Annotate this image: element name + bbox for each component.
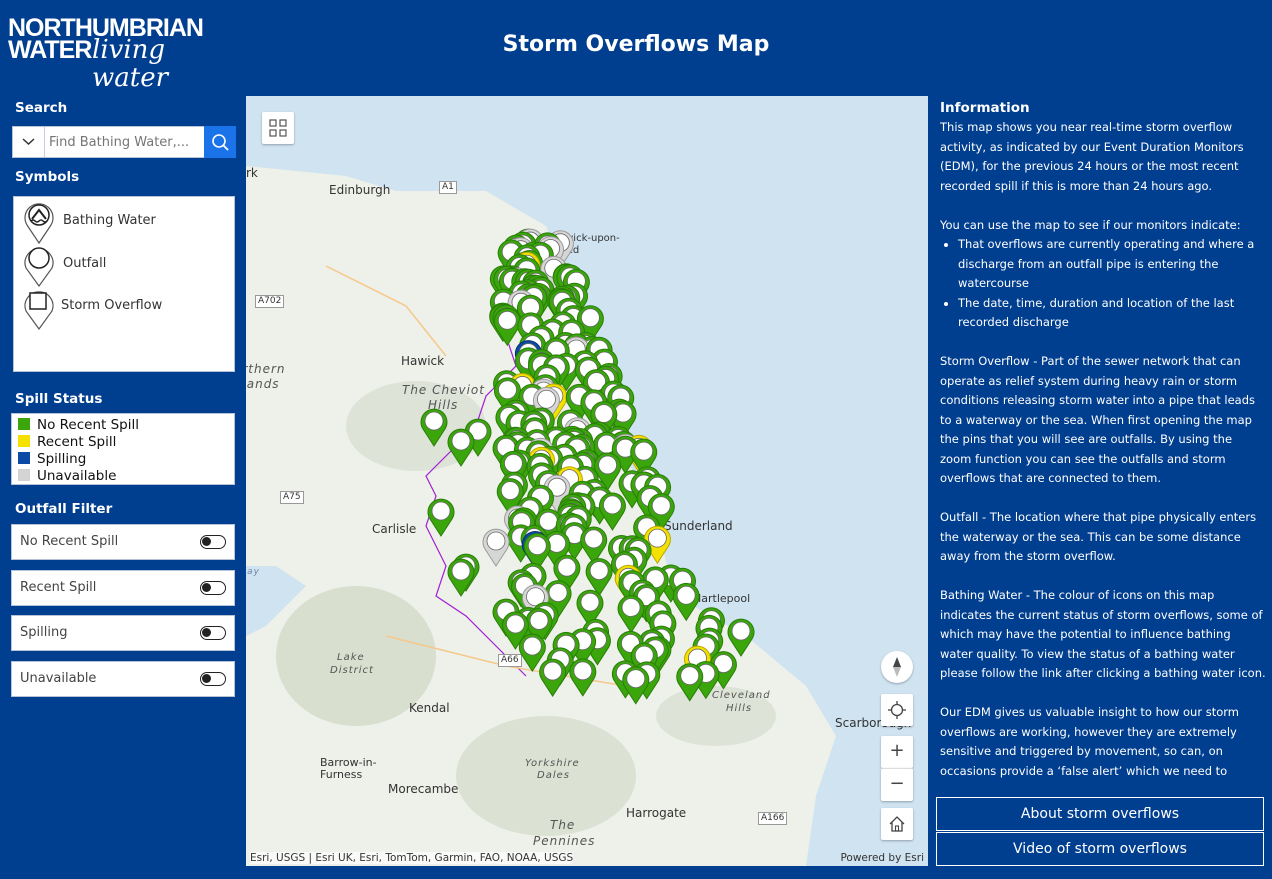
filter-label: No Recent Spill (20, 534, 119, 549)
compass-icon (893, 657, 901, 677)
info-paragraph: Storm Overflow - Part of the sewer netwo… (940, 354, 1255, 485)
outfall-pin[interactable] (598, 492, 626, 531)
info-paragraph: Our EDM gives us valuable insight to how… (940, 705, 1239, 784)
info-paragraph: You can use the map to see if our monito… (940, 217, 1241, 232)
symbol-label-storm-overflow: Storm Overflow (61, 298, 163, 313)
outfall-pin[interactable] (482, 528, 510, 567)
info-bullet: The date, time, duration and location of… (958, 294, 1266, 333)
info-bullet: That overflows are currently operating a… (958, 235, 1266, 294)
info-bullet-list: That overflows are currently operating a… (940, 235, 1266, 333)
map-view[interactable]: rk Edinburgh Berwick-upon- Tweed Hawick … (246, 96, 928, 866)
filter-recent-spill: Recent Spill (11, 570, 235, 606)
outfall-pin[interactable] (622, 666, 650, 705)
page-title: Storm Overflows Map (502, 32, 770, 57)
home-icon (889, 816, 905, 832)
spill-status-spilling: Spilling (18, 451, 86, 467)
spill-status-legend: No Recent Spill Recent Spill Spilling Un… (11, 413, 235, 485)
zoom-out-button[interactable]: − (881, 768, 913, 801)
spill-status-label: Unavailable (37, 468, 117, 484)
outfall-pin[interactable] (617, 595, 645, 634)
search-input[interactable] (49, 132, 201, 152)
filter-toggle-unavailable[interactable] (200, 672, 226, 686)
info-panel: Information This map shows you near real… (928, 96, 1272, 879)
spill-status-title: Spill Status (15, 391, 103, 407)
filter-toggle-recent-spill[interactable] (200, 581, 226, 595)
basemap-gallery-button[interactable] (262, 112, 294, 144)
search-source-dropdown[interactable] (13, 127, 45, 157)
spill-status-no-recent: No Recent Spill (18, 417, 139, 433)
info-paragraph: This map shows you near real-time storm … (940, 120, 1244, 193)
outfall-pin[interactable] (427, 498, 455, 537)
search-box (12, 126, 236, 158)
toggle-knob (202, 674, 211, 683)
spill-status-recent: Recent Spill (18, 434, 116, 450)
search-icon (212, 134, 229, 151)
chevron-down-icon (22, 138, 35, 146)
filter-label: Recent Spill (20, 580, 97, 595)
outfall-pin[interactable] (676, 663, 704, 702)
filter-toggle-spilling[interactable] (200, 626, 226, 640)
filter-no-recent-spill: No Recent Spill (11, 524, 235, 560)
map-attribution: Esri, USGS | Esri UK, Esri, TomTom, Garm… (250, 852, 574, 864)
toggle-knob (202, 537, 211, 546)
outfall-pin[interactable] (580, 526, 608, 565)
bathing-water-pin-icon (24, 203, 54, 245)
outfall-pin[interactable] (420, 408, 448, 447)
crosshair-icon (888, 701, 906, 719)
search-title: Search (15, 100, 68, 116)
app-header: NORTHUMBRIAN WATER living water Storm Ov… (0, 0, 1272, 93)
spill-status-label: No Recent Spill (37, 417, 139, 433)
outfall-pin[interactable] (493, 307, 521, 347)
outfall-pin[interactable] (447, 558, 475, 597)
outfall-pin-icon (24, 247, 54, 288)
powered-by-esri[interactable]: Powered by Esri (840, 852, 924, 864)
filter-unavailable: Unavailable (11, 661, 235, 697)
video-storm-overflows-button[interactable]: Video of storm overflows (936, 832, 1264, 866)
symbols-legend: Bathing Water Outfall Storm Overflow (13, 196, 235, 372)
filter-label: Unavailable (20, 671, 97, 686)
info-title: Information (940, 100, 1030, 116)
spill-status-label: Spilling (37, 451, 87, 467)
outfall-pin[interactable] (672, 582, 700, 622)
compass-button[interactable] (881, 651, 913, 683)
green-swatch (18, 418, 30, 430)
filter-label: Spilling (20, 625, 68, 640)
spill-status-label: Recent Spill (37, 434, 117, 450)
outfall-markers-layer (420, 228, 755, 705)
about-storm-overflows-button[interactable]: About storm overflows (936, 797, 1264, 831)
yellow-swatch (18, 435, 30, 447)
zoom-in-button[interactable]: + (881, 736, 913, 768)
symbols-title: Symbols (15, 169, 80, 185)
outfall-pin[interactable] (569, 658, 597, 697)
outfall-filter-title: Outfall Filter (15, 501, 113, 517)
storm-overflow-pin-icon (24, 291, 54, 331)
info-paragraph: Outfall - The location where that pipe p… (940, 510, 1257, 563)
filter-spilling: Spilling (11, 615, 235, 651)
grid-icon (269, 119, 287, 137)
outfall-pin[interactable] (447, 428, 475, 467)
symbol-label-bathing-water: Bathing Water (63, 213, 156, 228)
filter-toggle-no-recent-spill[interactable] (200, 535, 226, 549)
spill-status-unavailable: Unavailable (18, 468, 116, 484)
symbol-label-outfall: Outfall (63, 256, 107, 271)
outfall-pin[interactable] (539, 658, 567, 697)
toggle-knob (202, 628, 211, 637)
search-button[interactable] (204, 126, 236, 158)
grey-swatch (18, 469, 30, 481)
outfall-pin[interactable] (727, 618, 755, 657)
home-button[interactable] (881, 808, 913, 840)
toggle-knob (202, 583, 211, 592)
locate-button[interactable] (881, 694, 913, 726)
blue-swatch (18, 452, 30, 464)
info-scroll-area[interactable]: Information This map shows you near real… (940, 100, 1266, 784)
info-paragraph: Bathing Water - The colour of icons on t… (940, 588, 1266, 680)
